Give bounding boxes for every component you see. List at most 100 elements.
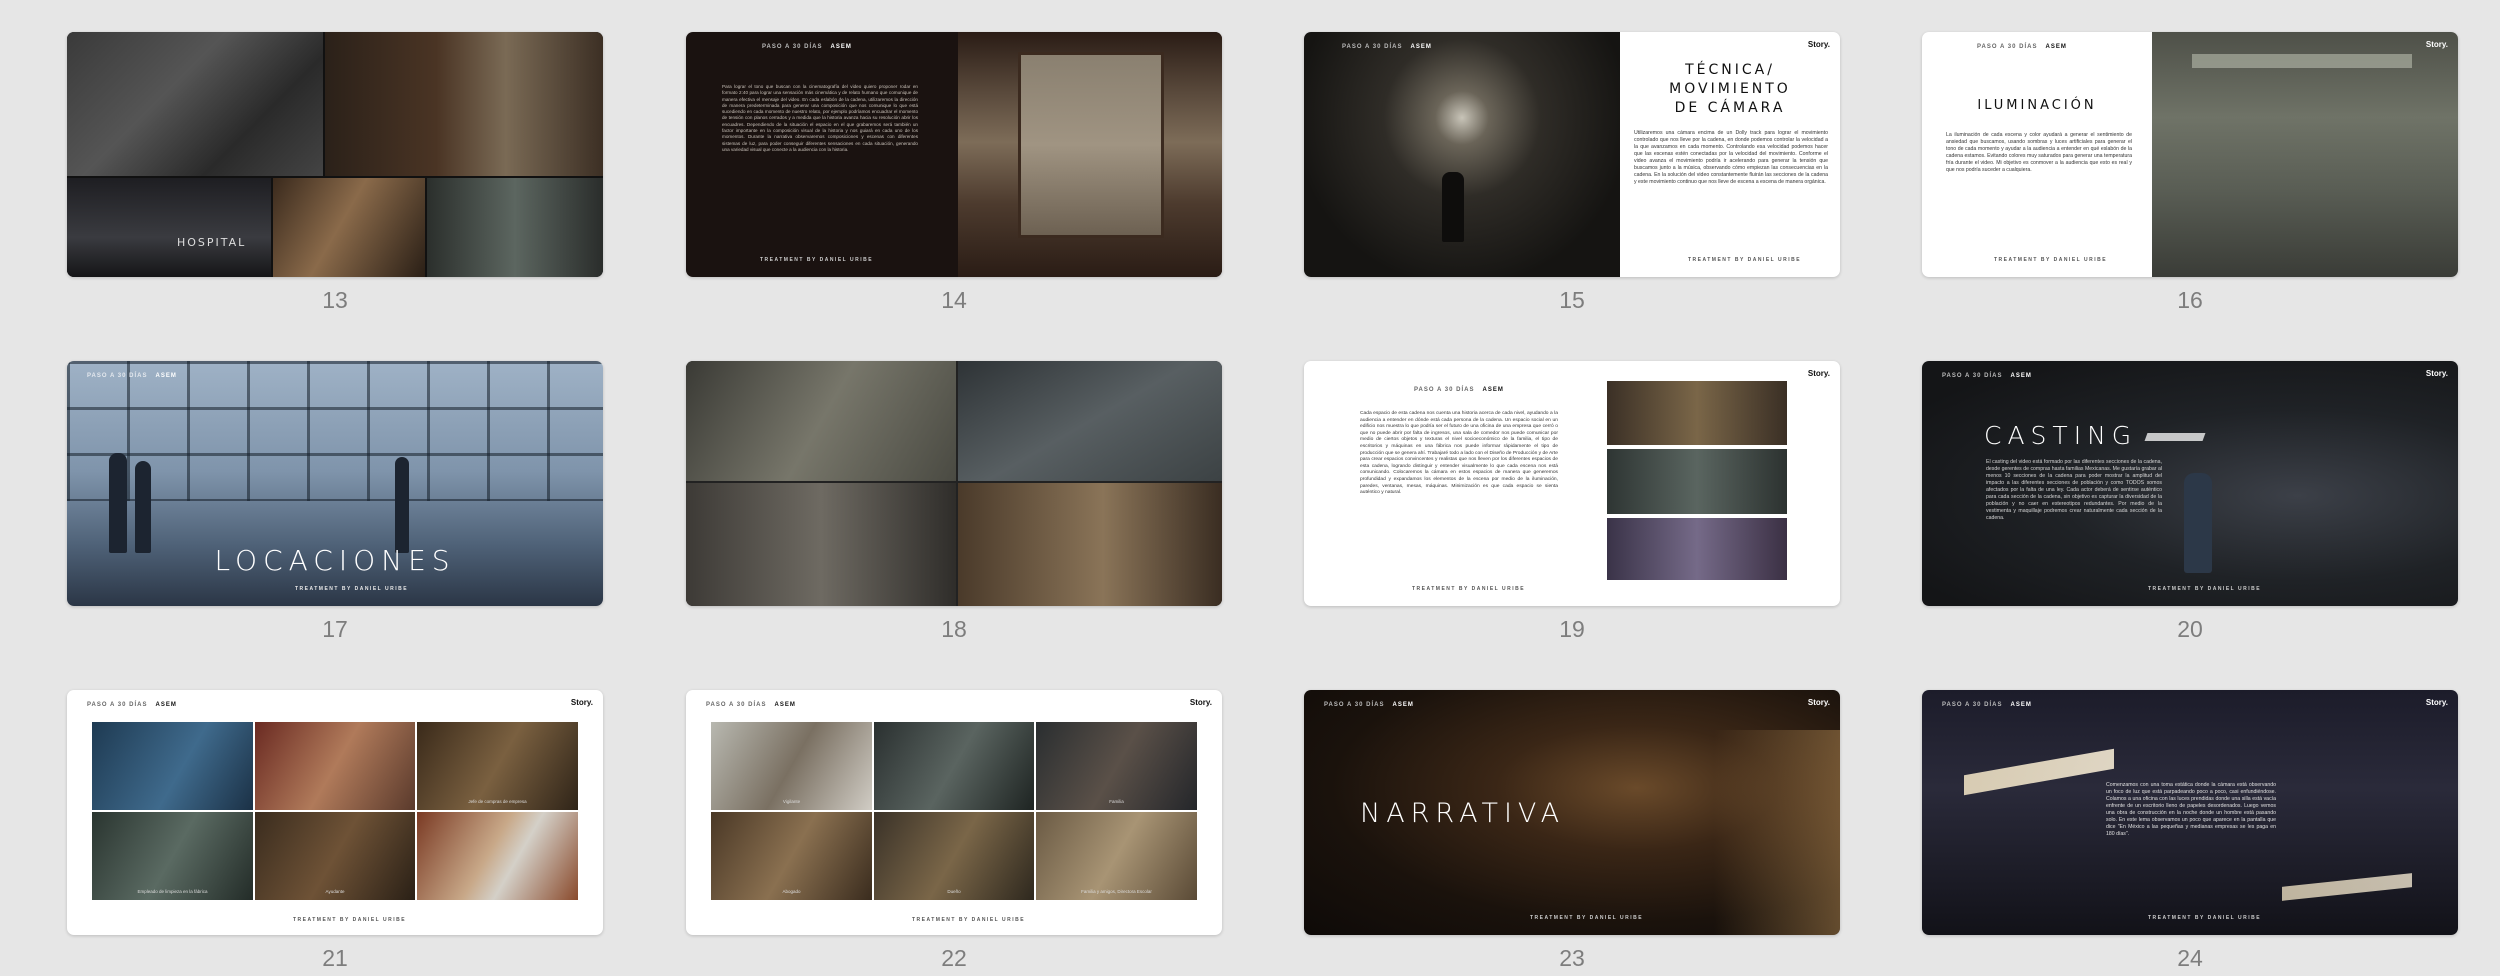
person-silhouette (395, 457, 409, 553)
location-photo-2 (1607, 449, 1787, 514)
walking-person (1442, 172, 1464, 242)
slide-footer: TREATMENT BY DANIEL URIBE (2148, 586, 2262, 592)
ceiling-lamp (2144, 433, 2206, 441)
story-logo: Story. (570, 698, 593, 707)
tunnel-photo (1304, 32, 1620, 277)
person-silhouette (135, 461, 151, 553)
person-silhouette (109, 453, 127, 553)
cast-photo (417, 812, 578, 900)
slide-19[interactable]: PASO A 30 DÍAS ASEM Story. Cada espacio … (1304, 361, 1840, 606)
slide-header: PASO A 30 DÍAS ASEM (1977, 44, 2067, 50)
slide-header: PASO A 30 DÍAS ASEM (1342, 44, 1432, 50)
slide-footer: TREATMENT BY DANIEL URIBE (912, 917, 1026, 923)
cast-photo: Dueño (874, 812, 1034, 900)
story-logo: Story. (2425, 369, 2448, 378)
slide-footer: TREATMENT BY DANIEL URIBE (1412, 586, 1526, 592)
office-shelves-photo (325, 32, 603, 176)
story-logo: Story. (1807, 698, 1830, 707)
cast-photo: Abogado (711, 812, 872, 900)
slide-number: 13 (322, 287, 348, 313)
slide-header: PASO A 30 DÍAS ASEM (1942, 702, 2032, 708)
slide-23[interactable]: PASO A 30 DÍAS ASEM Story. NARRATIVA TRE… (1304, 690, 1840, 935)
locations-title: LOCACIONES (214, 544, 456, 577)
narrative-title: NARRATIVA (1360, 798, 1566, 829)
slide-16[interactable]: PASO A 30 DÍAS ASEM ILUMINACIÓN La ilumi… (1922, 32, 2458, 277)
story-logo: Story. (1189, 698, 1212, 707)
fluorescent-light (1964, 748, 2114, 796)
slide-number: 19 (1559, 616, 1585, 642)
story-logo: Story. (2425, 698, 2448, 707)
cast-photo: Vigilante (711, 722, 872, 810)
camera-title-line1: TÉCNICA/ (1685, 62, 1775, 78)
slide-number: 16 (2177, 287, 2203, 313)
crowd-photo (67, 32, 323, 176)
slide-number: 15 (1559, 287, 1585, 313)
slide-footer: TREATMENT BY DANIEL URIBE (1688, 257, 1802, 263)
slide-header: PASO A 30 DÍAS ASEM (706, 702, 796, 708)
narrative-body: Comenzamos con una toma estática donde l… (2106, 782, 2276, 837)
slide-13[interactable]: HOSPITAL (67, 32, 603, 277)
slide-number: 22 (941, 945, 967, 971)
slide-footer: TREATMENT BY DANIEL URIBE (760, 257, 874, 263)
cast-photo: Familia (1036, 722, 1197, 810)
slide-footer: TREATMENT BY DANIEL URIBE (295, 586, 409, 592)
location-photo-3 (1607, 518, 1787, 580)
office-photo (686, 361, 956, 481)
story-logo: Story. (2425, 40, 2448, 49)
cinematography-body: Para lograr el tono que buscan con la ci… (722, 84, 918, 152)
cast-photo (255, 722, 415, 810)
slide-18[interactable] (686, 361, 1222, 606)
slide-24[interactable]: PASO A 30 DÍAS ASEM Story. Comenzamos co… (1922, 690, 2458, 935)
slide-header: PASO A 30 DÍAS ASEM (1324, 702, 1414, 708)
slide-header: PASO A 30 DÍAS ASEM (1414, 387, 1504, 393)
locations-body: Cada espacio de esta cadena nos cuenta u… (1360, 411, 1558, 496)
hallway-people-photo (686, 483, 956, 606)
slide-21[interactable]: PASO A 30 DÍAS ASEM Story. Jefe de compr… (67, 690, 603, 935)
street-photo (958, 361, 1222, 481)
slide-22[interactable]: PASO A 30 DÍAS ASEM Story. Vigilante Fam… (686, 690, 1222, 935)
window-frame (1018, 52, 1164, 238)
slide-number: 18 (941, 616, 967, 642)
camera-title-line3: DE CÁMARA (1674, 100, 1786, 116)
story-logo: Story. (1807, 40, 1830, 49)
camera-body: Utilizaremos una cámara encima de un Dol… (1634, 130, 1828, 185)
hospital-photo: HOSPITAL (67, 178, 271, 277)
slide-20[interactable]: PASO A 30 DÍAS ASEM Story. CASTING El ca… (1922, 361, 2458, 606)
person-figure (2184, 473, 2212, 573)
slide-17[interactable]: PASO A 30 DÍAS ASEM LOCACIONES TREATMENT… (67, 361, 603, 606)
casting-title: CASTING (1984, 421, 2138, 450)
camera-title-line2: MOVIMIENTO (1669, 81, 1791, 97)
lighting-body: La iluminación de cada escena y color ay… (1946, 132, 2132, 173)
cast-photo: Jefe de compras de empresa (417, 722, 578, 810)
slide-number: 20 (2177, 616, 2203, 642)
slide-footer: TREATMENT BY DANIEL URIBE (2148, 915, 2262, 921)
cast-photo (874, 722, 1034, 810)
cast-photo (92, 722, 253, 810)
slide-header: PASO A 30 DÍAS ASEM (87, 373, 177, 379)
location-photo-1 (1607, 381, 1787, 445)
lighting-title: ILUMINACIÓN (1977, 98, 2097, 113)
slide-header: PASO A 30 DÍAS ASEM (87, 702, 177, 708)
slide-15[interactable]: PASO A 30 DÍAS ASEM Story. TÉCNICA/ MOVI… (1304, 32, 1840, 277)
slide-number: 14 (941, 287, 967, 313)
slide-footer: TREATMENT BY DANIEL URIBE (1530, 915, 1644, 921)
slide-footer: TREATMENT BY DANIEL URIBE (293, 917, 407, 923)
dining-room-photo (958, 483, 1222, 606)
room-photo (2152, 32, 2458, 277)
woman-portrait-photo (273, 178, 425, 277)
ceiling-light (2192, 54, 2412, 68)
corridor-photo (427, 178, 603, 277)
slide-number: 21 (322, 945, 348, 971)
casting-body: El casting del video está formado por la… (1986, 459, 2162, 521)
slide-number: 23 (1559, 945, 1585, 971)
slide-header: PASO A 30 DÍAS ASEM (1942, 373, 2032, 379)
hospital-sign-text: HOSPITAL (177, 236, 247, 249)
cast-photo: Ayudante (255, 812, 415, 900)
slide-number: 24 (2177, 945, 2203, 971)
slide-14[interactable]: PASO A 30 DÍAS ASEM Story. Para lograr e… (686, 32, 1222, 277)
fluorescent-light (2282, 873, 2412, 901)
cast-photo: Empleado de limpieza en la fábrica (92, 812, 253, 900)
slide-number: 17 (322, 616, 348, 642)
slide-footer: TREATMENT BY DANIEL URIBE (1994, 257, 2108, 263)
cast-photo: Familia y amigos, Directora Escolar (1036, 812, 1197, 900)
